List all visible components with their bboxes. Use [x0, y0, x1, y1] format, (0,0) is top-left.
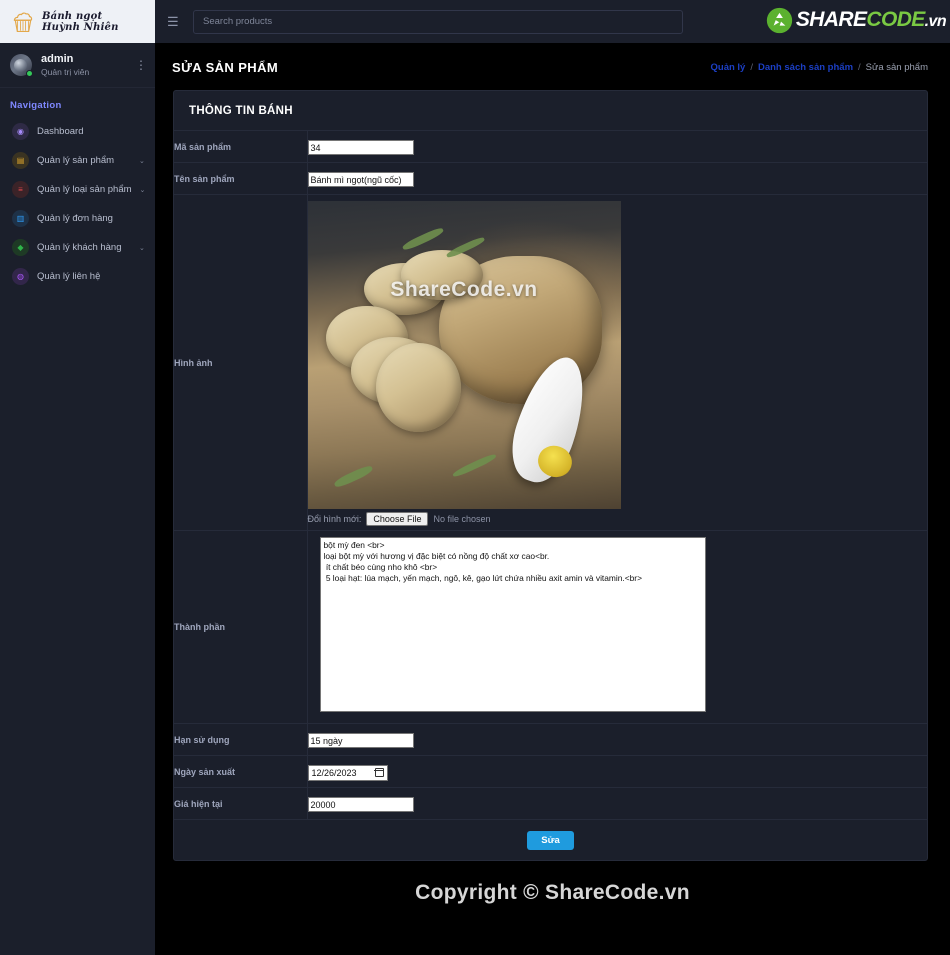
sidebar-item-product-types[interactable]: ≡ Quản lý loại sản phẩm ⌄: [0, 175, 155, 204]
field-price-cell: [307, 788, 927, 820]
upload-label: Đổi hình mới:: [307, 514, 362, 524]
logo-code-text: CODE: [866, 8, 925, 31]
sidebar-item-label: Quản lý sản phẩm: [37, 155, 115, 166]
price-input[interactable]: [307, 797, 414, 812]
sharecode-wordmark: SHARECODE.vn: [795, 6, 947, 35]
sidebar-item-customers[interactable]: ◆ Quản lý khách hàng ⌄: [0, 233, 155, 262]
sidebar: Bánh ngọt Huỳnh Nhiên admin Quản trị viê…: [0, 0, 155, 955]
field-production-date-cell: 12/26/2023: [307, 756, 927, 788]
sharecode-logo: SHARECODE.vn: [766, 6, 947, 35]
brand-line-1: Bánh ngọt: [42, 10, 103, 22]
form-row-image: Hình ảnh ShareCode.vn Đổi hình mới: Choo…: [174, 194, 927, 531]
chevron-down-icon: ⌄: [139, 157, 145, 165]
sharecode-recycle-icon: [766, 7, 793, 34]
logo-vn-text: .vn: [924, 13, 947, 30]
sidebar-item-label: Quản lý loại sản phẩm: [37, 184, 132, 195]
clipboard-icon: ▥: [12, 210, 29, 227]
sidebar-item-label: Quản lý liên hệ: [37, 271, 101, 282]
image-watermark: ShareCode.vn: [390, 278, 538, 301]
nav-heading: Navigation: [10, 100, 62, 111]
product-form-table: Mã sản phẩm Tên sản phẩm Hình ảnh: [174, 130, 927, 860]
user-role: Quản trị viên: [41, 67, 90, 77]
avatar: [10, 54, 33, 77]
breadcrumb-link-product-list[interactable]: Danh sách sản phẩm: [758, 62, 853, 73]
breadcrumb-link-management[interactable]: Quản lý: [711, 62, 746, 73]
choose-file-button[interactable]: Choose File: [366, 512, 429, 526]
product-image-preview: ShareCode.vn: [307, 201, 621, 509]
search-input[interactable]: [193, 9, 683, 34]
user-shield-icon: ◆: [12, 239, 29, 256]
label-image: Hình ảnh: [174, 194, 308, 531]
field-code-cell: [307, 131, 927, 163]
production-date-input[interactable]: 12/26/2023: [307, 764, 388, 781]
form-row-name: Tên sản phẩm: [174, 162, 927, 195]
brand-line-2: Huỳnh Nhiên: [42, 21, 119, 33]
breadcrumb-separator: /: [750, 62, 753, 73]
submit-cell: Sửa: [174, 820, 927, 860]
field-ingredients-cell: bột mỳ đen <br> loại bột mỳ với hương vị…: [307, 531, 927, 724]
breadcrumb: Quản lý / Danh sách sản phẩm / Sửa sản p…: [711, 62, 929, 73]
page-title: SỬA SẢN PHẨM: [172, 60, 279, 75]
label-code: Mã sản phẩm: [174, 130, 308, 163]
image-upload-row: Đổi hình mới: Choose File No file chosen: [308, 509, 928, 526]
page-header: SỬA SẢN PHẨM Quản lý / Danh sách sản phẩ…: [155, 43, 950, 90]
breadcrumb-separator: /: [858, 62, 861, 73]
cupcake-icon: [13, 12, 33, 32]
speedometer-icon: ◉: [12, 123, 29, 140]
chevron-down-icon: ⌄: [139, 244, 145, 252]
calendar-icon[interactable]: [374, 768, 384, 777]
breadcrumb-current: Sửa sản phẩm: [865, 62, 928, 73]
save-button[interactable]: Sửa: [527, 830, 574, 850]
field-name-cell: [307, 163, 927, 195]
form-row-submit: Sửa: [174, 819, 927, 860]
topbar: ☰ SHARECODE.vn: [155, 0, 950, 43]
form-row-price: Giá hiện tại: [174, 787, 927, 820]
label-price: Giá hiện tại: [174, 787, 308, 820]
ingredients-textarea[interactable]: bột mỳ đen <br> loại bột mỳ với hương vị…: [319, 537, 706, 712]
field-expiry-cell: [307, 724, 927, 756]
card-title: THÔNG TIN BÁNH: [189, 105, 293, 117]
product-code-input[interactable]: [307, 140, 414, 155]
label-expiry: Hạn sử dụng: [174, 723, 308, 756]
app-root: Bánh ngọt Huỳnh Nhiên admin Quản trị viê…: [0, 0, 950, 955]
field-image-cell: ShareCode.vn Đổi hình mới: Choose File N…: [307, 195, 927, 531]
sidebar-nav: ◉ Dashboard ▤ Quản lý sản phẩm ⌄ ≡ Quản …: [0, 117, 155, 291]
sidebar-item-label: Quản lý đơn hàng: [37, 213, 113, 224]
file-status-text: No file chosen: [433, 514, 491, 524]
product-form-card: THÔNG TIN BÁNH Mã sản phẩm Tên sản phẩm …: [173, 90, 928, 861]
main-content: SỬA SẢN PHẨM Quản lý / Danh sách sản phẩ…: [155, 43, 950, 955]
form-row-expiry: Hạn sử dụng: [174, 723, 927, 756]
logo-share-text: SHARE: [795, 8, 867, 31]
label-ingredients: Thành phần: [174, 530, 308, 724]
sidebar-item-products[interactable]: ▤ Quản lý sản phẩm ⌄: [0, 146, 155, 175]
list-icon: ≡: [12, 181, 29, 198]
label-name: Tên sản phẩm: [174, 162, 308, 195]
expiry-input[interactable]: [307, 733, 414, 748]
sidebar-item-contacts[interactable]: ◍ Quản lý liên hệ: [0, 262, 155, 291]
user-name: admin: [41, 53, 74, 65]
production-date-value: 12/26/2023: [311, 767, 357, 778]
user-profile[interactable]: admin Quản trị viên ⋮: [0, 43, 155, 88]
chevron-down-icon: ⌄: [139, 186, 146, 194]
form-row-ingredients: Thành phần bột mỳ đen <br> loại bột mỳ v…: [174, 530, 927, 724]
sidebar-item-label: Quản lý khách hàng: [37, 242, 122, 253]
sidebar-item-orders[interactable]: ▥ Quản lý đơn hàng: [0, 204, 155, 233]
sidebar-item-label: Dashboard: [37, 126, 84, 137]
brand-logo[interactable]: Bánh ngọt Huỳnh Nhiên: [0, 0, 155, 43]
form-row-production-date: Ngày sản xuất 12/26/2023: [174, 755, 927, 788]
form-row-code: Mã sản phẩm: [174, 130, 927, 163]
vertical-dots-icon[interactable]: ⋮: [135, 59, 147, 71]
contact-icon: ◍: [12, 268, 29, 285]
footer-copyright: Copyright © ShareCode.vn: [415, 880, 690, 904]
product-name-input[interactable]: [307, 172, 414, 187]
hamburger-icon[interactable]: ☰: [167, 14, 181, 30]
online-status-dot: [26, 70, 33, 77]
box-icon: ▤: [12, 152, 29, 169]
label-production-date: Ngày sản xuất: [174, 755, 308, 788]
sidebar-item-dashboard[interactable]: ◉ Dashboard: [0, 117, 155, 146]
brand-name: Bánh ngọt Huỳnh Nhiên: [42, 11, 119, 33]
